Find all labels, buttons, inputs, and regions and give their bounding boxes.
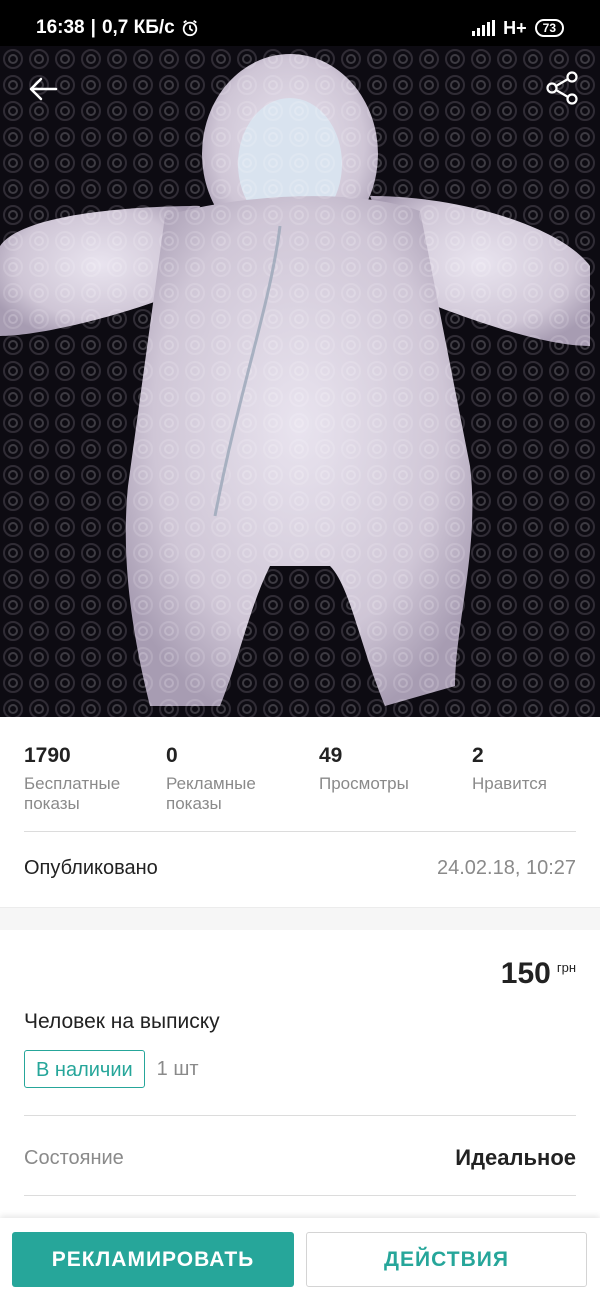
stat-views: 49 Просмотры <box>319 742 409 794</box>
stat-value: 1790 <box>24 744 71 767</box>
stat-label-line1: Просмотры <box>319 774 409 793</box>
promote-button[interactable]: РЕКЛАМИРОВАТЬ <box>12 1232 294 1287</box>
status-separator: | <box>90 17 96 38</box>
stat-label-line1: Бесплатные <box>24 774 121 793</box>
divider <box>24 831 576 832</box>
condition-value: Идеальное <box>455 1145 576 1170</box>
status-right: H+ 73 <box>472 18 564 39</box>
stat-label-line1: Нравится <box>472 774 548 793</box>
section-separator <box>0 907 600 930</box>
bottom-action-bar: РЕКЛАМИРОВАТЬ ДЕЙСТВИЯ <box>0 1218 600 1299</box>
stat-label-line1: Рекламные <box>166 774 256 793</box>
product-photo-image <box>0 46 600 717</box>
stat-value: 49 <box>319 744 343 767</box>
status-left: 16:38 | 0,7 КБ/с <box>36 17 199 39</box>
published-date: 24.02.18, 10:27 <box>436 856 576 879</box>
signal-icon <box>472 20 496 36</box>
condition-label: Состояние <box>24 1146 124 1169</box>
stats-row: 1790 Бесплатные показы 0 Рекламные показ… <box>0 742 600 822</box>
listing-title: Человек на выписку <box>24 1010 220 1033</box>
stat-label: Рекламные показы <box>166 774 256 814</box>
stock-row: В наличии 1 шт <box>24 1050 199 1088</box>
divider <box>24 1115 576 1116</box>
published-row: Опубликовано 24.02.18, 10:27 <box>24 846 576 890</box>
stat-label-line2: показы <box>24 794 80 813</box>
stat-label: Нравится <box>472 774 547 794</box>
stock-badge: В наличии <box>24 1050 145 1088</box>
stat-label: Бесплатные показы <box>24 774 120 814</box>
arrow-left-icon[interactable] <box>26 72 60 106</box>
stat-label: Просмотры <box>319 774 409 794</box>
stat-free-impressions: 1790 Бесплатные показы <box>24 742 120 814</box>
stat-ad-impressions: 0 Рекламные показы <box>166 742 256 814</box>
network-type: H+ <box>503 17 527 38</box>
price-value: 150 <box>500 957 551 990</box>
stock-quantity: 1 шт <box>156 1057 199 1080</box>
stat-value: 0 <box>166 744 178 767</box>
stat-value: 2 <box>472 744 484 767</box>
product-photo[interactable] <box>0 46 600 717</box>
alarm-icon <box>182 20 197 37</box>
divider <box>24 1195 576 1196</box>
stat-likes: 2 Нравится <box>472 742 547 794</box>
status-speed: 0,7 КБ/с <box>101 17 175 38</box>
share-icon[interactable] <box>544 70 580 106</box>
actions-button[interactable]: ДЕЙСТВИЯ <box>306 1232 587 1287</box>
condition-row: Состояние Идеальное <box>24 1136 576 1180</box>
battery-icon: 73 <box>534 19 564 37</box>
price: 150 грн <box>501 956 576 992</box>
published-label: Опубликовано <box>24 856 158 879</box>
stat-label-line2: показы <box>166 794 222 813</box>
price-currency: грн <box>556 960 576 975</box>
status-time: 16:38 <box>36 17 85 38</box>
